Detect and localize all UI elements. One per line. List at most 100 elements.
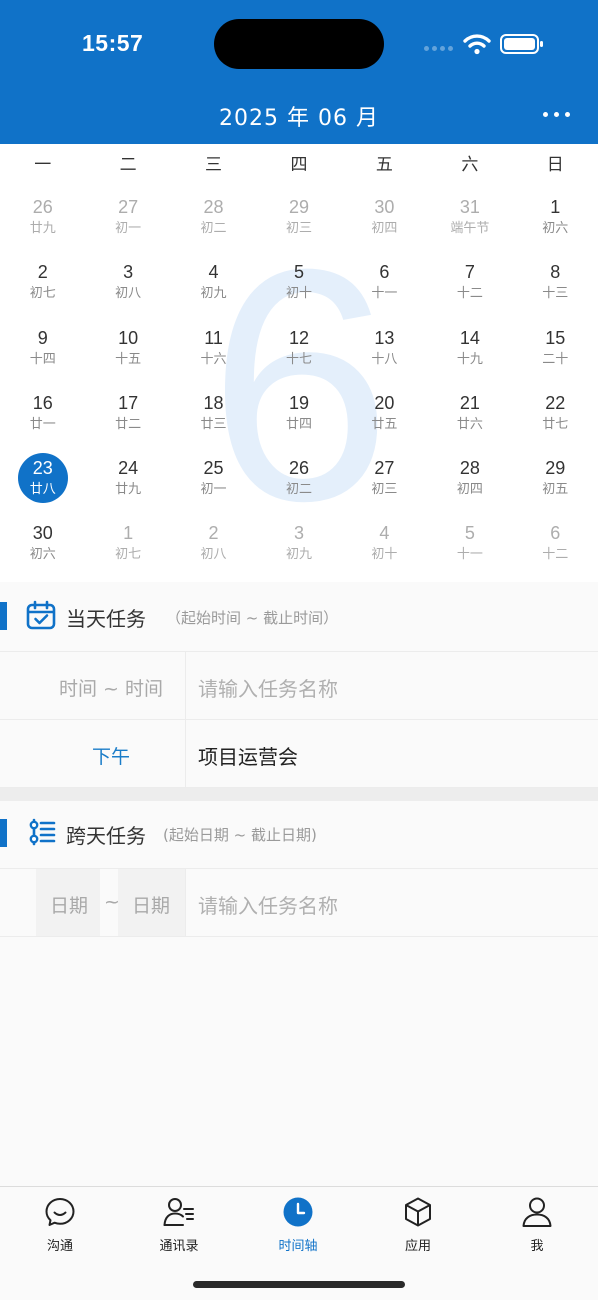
day-number: 26 — [32, 197, 53, 217]
calendar-day[interactable]: 13 十八 — [342, 317, 427, 382]
tab-contacts[interactable]: 通讯录 — [129, 1195, 229, 1254]
lunar-date: 十一 — [456, 547, 483, 563]
calendar-day[interactable]: 26 初二 — [256, 447, 341, 512]
day-number: 1 — [123, 523, 134, 544]
calendar-day[interactable]: 4 初九 — [171, 251, 256, 316]
tab-contacts-label: 通讯录 — [159, 1239, 199, 1254]
calendar-day[interactable]: 28 初四 — [427, 447, 512, 512]
day-number: 5 — [293, 262, 304, 283]
calendar-day[interactable]: 4 初十 — [342, 512, 427, 577]
task-time-cell[interactable]: 下午 — [0, 720, 186, 787]
calendar-day[interactable]: 1 初七 — [85, 512, 170, 577]
day-number: 2 — [208, 523, 219, 544]
more-icon[interactable] — [543, 112, 570, 117]
calendar-day[interactable]: 5 十一 — [427, 512, 512, 577]
day-number: 9 — [37, 327, 48, 348]
calendar-day[interactable]: 19 廿四 — [256, 382, 341, 447]
cube-icon — [405, 1197, 431, 1227]
calendar-day[interactable]: 30 初四 — [342, 186, 427, 251]
top-header: 15:57 2025 年 06 月 — [0, 0, 598, 144]
calendar-day[interactable]: 2 初八 — [171, 512, 256, 577]
day-tasks-hint: （起始时间 ~ 截止时间） — [166, 609, 339, 627]
task-name-input[interactable]: 请输入任务名称 — [198, 673, 338, 702]
calendar-day[interactable]: 3 初九 — [256, 512, 341, 577]
lunar-date: 廿六 — [456, 416, 483, 432]
calendar-day[interactable]: 29 初三 — [256, 186, 341, 251]
calendar-day[interactable]: 16 廿一 — [0, 382, 85, 447]
calendar-day[interactable]: 6 十二 — [513, 512, 598, 577]
calendar-day[interactable]: 24 廿九 — [85, 447, 170, 512]
lunar-date: 十七 — [285, 351, 312, 367]
day-number: 30 — [374, 197, 395, 217]
calendar-day[interactable]: 10 十五 — [85, 317, 170, 382]
calendar-day[interactable]: 15 二十 — [513, 317, 598, 382]
weekday-label: 二 — [119, 155, 137, 175]
day-number: 1 — [550, 197, 561, 217]
lunar-date: 廿七 — [542, 416, 569, 432]
lunar-date: 廿九 — [29, 221, 56, 236]
lunar-date: 初九 — [200, 286, 227, 302]
day-number: 31 — [459, 197, 480, 217]
lunar-date: 十六 — [200, 351, 227, 367]
day-number: 4 — [208, 262, 219, 283]
calendar-day[interactable]: 18 廿三 — [171, 382, 256, 447]
calendar-day[interactable]: 26 廿九 — [0, 186, 85, 251]
multi-day-task-name-input[interactable]: 请输入任务名称 — [198, 890, 338, 919]
calendar-day[interactable]: 20 廿五 — [342, 382, 427, 447]
calendar-day[interactable]: 22 廿七 — [513, 382, 598, 447]
month-title[interactable]: 2025 年 06 月 — [0, 100, 598, 132]
tab-chat[interactable]: 沟通 — [10, 1195, 110, 1254]
weekday-label: 五 — [375, 155, 393, 175]
lunar-date: 十三 — [542, 286, 569, 302]
calendar-day[interactable]: 21 廿六 — [427, 382, 512, 447]
calendar-day[interactable]: 3 初八 — [85, 251, 170, 316]
calendar-day[interactable]: 25 初一 — [171, 447, 256, 512]
lunar-date: 廿四 — [285, 416, 312, 432]
day-task-item[interactable]: 下午 项目运营会 — [0, 719, 598, 788]
calendar-day[interactable]: 30 初六 — [0, 512, 85, 577]
end-date-picker[interactable]: 日期 — [118, 869, 185, 936]
tab-me[interactable]: 我 — [487, 1195, 587, 1254]
lunar-date: 初二 — [285, 482, 312, 498]
lunar-date: 廿三 — [200, 416, 227, 432]
lunar-date: 十五 — [115, 351, 142, 367]
lunar-date: 初四 — [456, 482, 483, 498]
day-number: 6 — [550, 523, 561, 544]
tab-timeline-label: 时间轴 — [278, 1239, 318, 1254]
calendar-day[interactable]: 29 初五 — [513, 447, 598, 512]
calendar-day[interactable]: 28 初二 — [171, 186, 256, 251]
start-date-picker[interactable]: 日期 — [36, 869, 100, 936]
day-number: 12 — [288, 327, 309, 348]
lunar-date: 十一 — [371, 286, 398, 302]
calendar-day[interactable]: 7 十二 — [427, 251, 512, 316]
calendar-day[interactable]: 2 初七 — [0, 251, 85, 316]
day-number: 6 — [379, 262, 390, 283]
calendar-day[interactable]: 9 十四 — [0, 317, 85, 382]
calendar-day[interactable]: 12 十七 — [256, 317, 341, 382]
calendar-day[interactable]: 6 十一 — [342, 251, 427, 316]
calendar-day[interactable]: 1 初六 — [513, 186, 598, 251]
tab-timeline[interactable]: 时间轴 — [248, 1195, 348, 1254]
weekday-label: 三 — [205, 155, 223, 175]
tab-apps[interactable]: 应用 — [368, 1195, 468, 1254]
calendar-day[interactable]: 5 初十 — [256, 251, 341, 316]
calendar-day[interactable]: 31 端午节 — [427, 186, 512, 251]
calendar-day[interactable]: 8 十三 — [513, 251, 598, 316]
weekday-label: 日 — [546, 155, 564, 175]
time-range-picker[interactable]: 时间 ~ 时间 — [0, 652, 186, 719]
day-number: 27 — [374, 458, 395, 479]
day-number: 22 — [545, 392, 566, 413]
calendar-day[interactable]: 14 十九 — [427, 317, 512, 382]
list-icon — [29, 818, 56, 846]
calendar-day[interactable]: 11 十六 — [171, 317, 256, 382]
day-number: 14 — [459, 327, 480, 348]
calendar-day[interactable]: 27 初一 — [85, 186, 170, 251]
day-number: 3 — [123, 262, 134, 283]
lunar-date: 初四 — [371, 221, 398, 236]
task-name[interactable]: 项目运营会 — [198, 741, 298, 770]
calendar-day[interactable]: 27 初三 — [342, 447, 427, 512]
calendar-day-selected[interactable]: 23 廿八 — [0, 447, 85, 512]
day-number: 10 — [118, 327, 139, 348]
calendar-day[interactable]: 17 廿二 — [85, 382, 170, 447]
section-accent-bar — [0, 602, 7, 630]
